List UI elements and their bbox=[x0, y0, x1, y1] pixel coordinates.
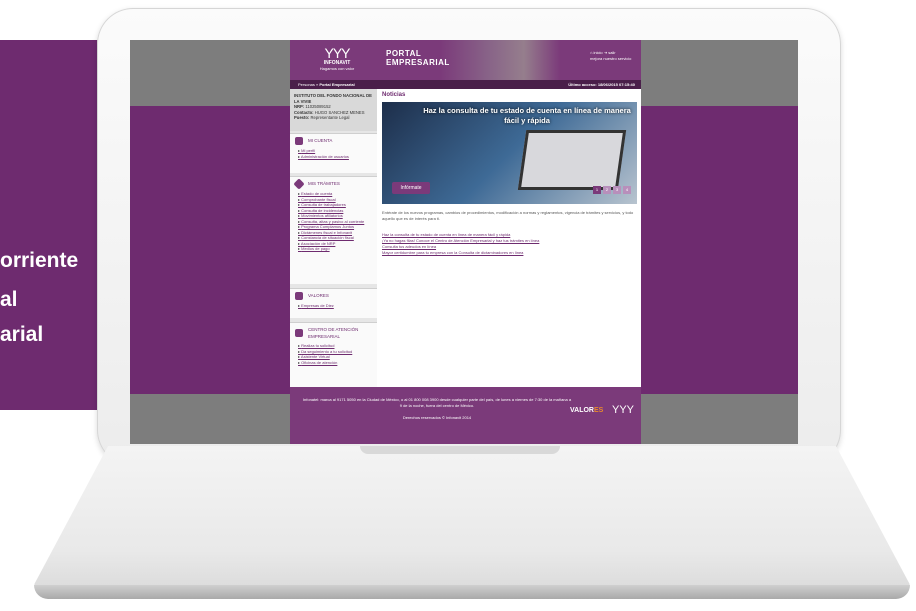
diamond-icon bbox=[293, 178, 305, 190]
site-footer: Infonatel: marca al 9171 5050 en la Ciud… bbox=[290, 387, 641, 444]
section-valores: VALORES Empresas de Diez bbox=[290, 288, 377, 318]
website: YYY INFONAVIT Hagamos con valor PORTAL E… bbox=[290, 40, 641, 444]
carousel-page-3[interactable]: 3 bbox=[613, 186, 621, 194]
sidebar-item[interactable]: Administración de usuarios bbox=[298, 154, 377, 160]
carousel-page-2[interactable]: 2 bbox=[603, 186, 611, 194]
slide-photo bbox=[517, 130, 627, 190]
logo-mark: YYY bbox=[324, 45, 350, 61]
promo-line-3: arial bbox=[0, 323, 44, 346]
promo-line-2: al bbox=[0, 288, 18, 311]
header-photo bbox=[440, 40, 560, 80]
laptop-screen: YYY INFONAVIT Hagamos con valor PORTAL E… bbox=[130, 40, 798, 444]
valores-logo: VALORES bbox=[570, 407, 604, 414]
logo-tagline: Hagamos con valor bbox=[319, 66, 355, 71]
sidebar-item[interactable]: Empresas de Diez bbox=[298, 303, 377, 309]
section-header[interactable]: CENTRO DE ATENCIÓN EMPRESARIAL bbox=[290, 323, 377, 343]
section-centro-atencion: CENTRO DE ATENCIÓN EMPRESARIAL Realiza t… bbox=[290, 322, 377, 387]
portal-title: PORTAL EMPRESARIAL bbox=[386, 49, 450, 67]
building-icon bbox=[295, 292, 303, 300]
footer-contact: Infonatel: marca al 9171 5050 en la Ciud… bbox=[302, 397, 572, 408]
breadcrumb-sep: » bbox=[316, 82, 319, 87]
home-link[interactable]: ⌂ inicio bbox=[590, 50, 603, 55]
section-mis-tramites: MIS TRÁMITES Estado de cuenta Comprobant… bbox=[290, 176, 377, 284]
portal-title-line-1: PORTAL bbox=[386, 49, 422, 58]
sidebar: INSTITUTO DEL FONDO NACIONAL DE LA VIVIE… bbox=[290, 89, 377, 387]
news-heading: Noticias bbox=[382, 92, 406, 98]
section-header[interactable]: VALORES bbox=[290, 289, 377, 303]
header-links: ⌂ inicio ⇥ salir mejora nuestro servicio bbox=[590, 50, 640, 62]
section-mi-cuenta: MI CUENTA Mi perfil Administración de us… bbox=[290, 133, 377, 173]
footer-infonavit-logo: YYY bbox=[612, 404, 635, 416]
section-header[interactable]: MI CUENTA bbox=[290, 134, 377, 148]
site-header: YYY INFONAVIT Hagamos con valor PORTAL E… bbox=[290, 40, 641, 80]
role-row: Puesto: Representante Legal bbox=[294, 115, 350, 120]
logout-link[interactable]: ⇥ salir bbox=[604, 50, 616, 55]
slide-caption: Haz la consulta de tu estado de cuenta e… bbox=[423, 106, 631, 125]
breadcrumb-current: Portal Empresarial bbox=[319, 82, 355, 87]
footer-copyright: Derechos reservados © Infonavit 2014 bbox=[402, 415, 472, 420]
breadcrumb-home[interactable]: Personas bbox=[298, 82, 315, 87]
breadcrumb: Personas » Portal Empresarial Último acc… bbox=[290, 80, 641, 89]
promo-line-1: orriente bbox=[0, 249, 79, 272]
sidebar-item[interactable]: Medios de pago bbox=[298, 246, 377, 252]
carousel-page-4[interactable]: 4 bbox=[623, 186, 631, 194]
section-header[interactable]: MIS TRÁMITES bbox=[290, 177, 377, 191]
screen-band-right bbox=[641, 106, 798, 394]
informate-button[interactable]: Infórmate bbox=[392, 182, 430, 194]
infonavit-logo[interactable]: YYY INFONAVIT Hagamos con valor bbox=[310, 46, 364, 76]
main-content: Noticias Haz la consulta de tu estado de… bbox=[382, 92, 637, 387]
briefcase-icon bbox=[295, 329, 303, 337]
laptop-hinge bbox=[360, 446, 560, 454]
carousel-page-1[interactable]: 1 bbox=[593, 186, 601, 194]
feedback-link[interactable]: mejora nuestro servicio bbox=[590, 56, 640, 62]
scene: orriente al arial YYY INFONAVIT Hagamos … bbox=[0, 0, 916, 611]
laptop-base-edge bbox=[34, 585, 910, 599]
last-access: Último acceso: 18/06/2015 07:15:40 bbox=[568, 82, 635, 87]
news-link[interactable]: Mayor certidumbre para tu empresa con la… bbox=[382, 250, 637, 256]
portal-title-line-2: EMPRESARIAL bbox=[386, 58, 450, 67]
carousel-pager: 1 2 3 4 bbox=[593, 186, 631, 194]
news-carousel[interactable]: Haz la consulta de tu estado de cuenta e… bbox=[382, 102, 637, 204]
user-icon bbox=[295, 137, 303, 145]
news-intro: Entérate de los nuevos programas, cambio… bbox=[382, 210, 634, 221]
news-links: Haz la consulta de tu estado de cuenta e… bbox=[382, 232, 637, 256]
company-name: INSTITUTO DEL FONDO NACIONAL DE LA VIVIE bbox=[294, 93, 372, 104]
user-info: INSTITUTO DEL FONDO NACIONAL DE LA VIVIE… bbox=[290, 89, 377, 131]
screen-band-left bbox=[130, 106, 290, 394]
sidebar-item[interactable]: Oficinas de atención bbox=[298, 360, 377, 366]
laptop-base bbox=[28, 446, 916, 596]
